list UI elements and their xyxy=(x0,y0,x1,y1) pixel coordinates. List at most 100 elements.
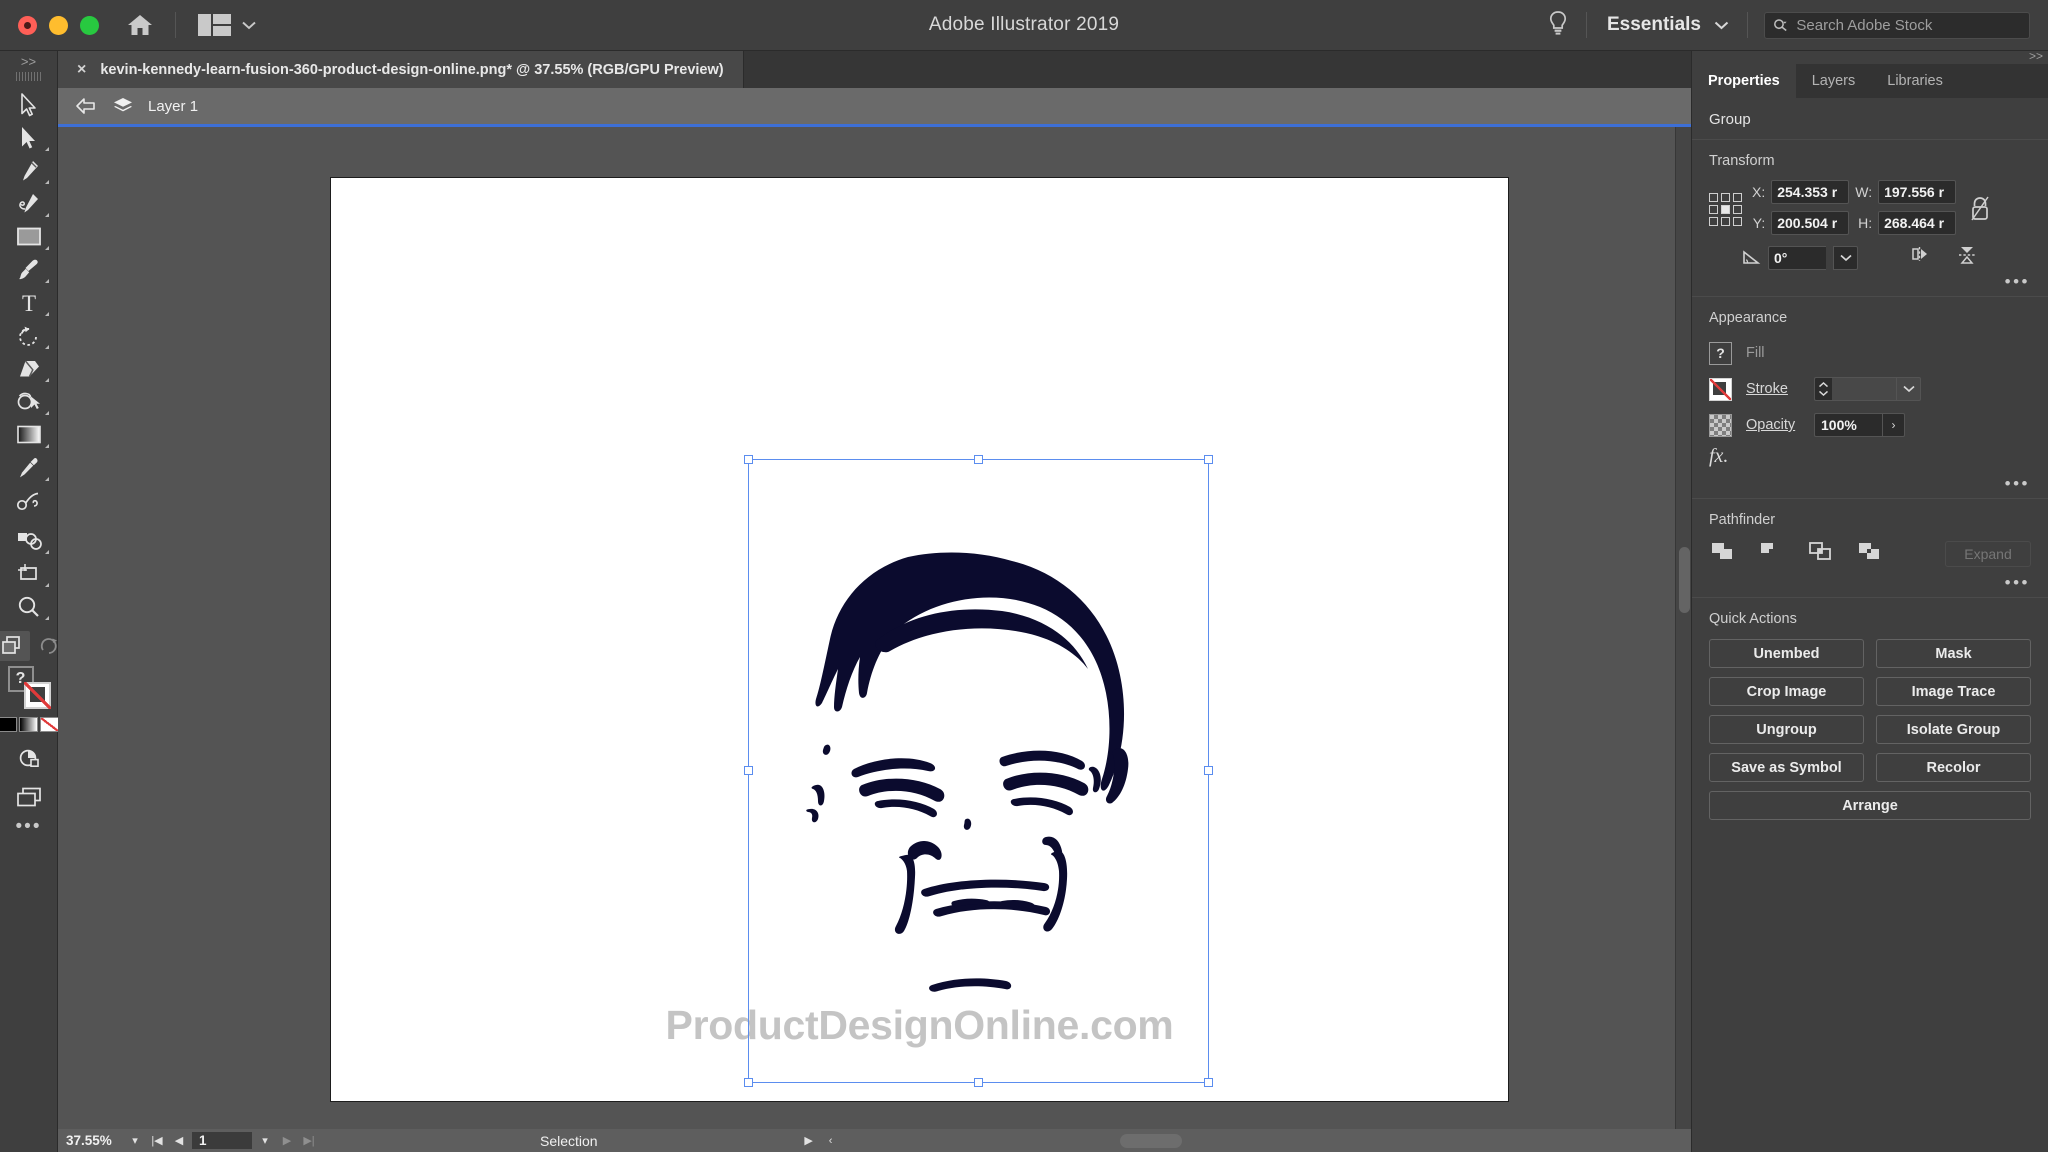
horizontal-scrollbar-thumb[interactable] xyxy=(1120,1134,1182,1148)
chevron-down-icon[interactable]: ▾ xyxy=(124,1129,146,1152)
stroke-swatch-none[interactable] xyxy=(1709,378,1732,401)
opacity-expand-icon[interactable]: › xyxy=(1882,413,1905,437)
search-input[interactable] xyxy=(1796,17,2021,34)
maximize-window-button[interactable] xyxy=(80,16,99,35)
drawing-modes-button[interactable] xyxy=(6,741,52,774)
stroke-chevron-down-icon[interactable] xyxy=(1896,377,1921,401)
toolbar-collapse-button[interactable]: >> xyxy=(0,51,57,71)
transform-more-options[interactable]: ••• xyxy=(1692,270,2048,296)
w-input[interactable]: 197.556 r xyxy=(1878,180,1956,204)
workspace-switcher[interactable]: Essentials xyxy=(1591,14,1745,36)
opacity-input[interactable]: 100% xyxy=(1814,413,1882,437)
tab-properties[interactable]: Properties xyxy=(1692,64,1796,98)
stroke-label[interactable]: Stroke xyxy=(1746,381,1808,397)
artboard-tool[interactable] xyxy=(6,557,52,590)
isolate-group-button[interactable]: Isolate Group xyxy=(1876,715,2031,744)
rotate-tool[interactable] xyxy=(6,319,52,352)
type-tool[interactable]: T xyxy=(6,286,52,319)
rotation-input[interactable]: 0° xyxy=(1768,246,1826,270)
canvas-area[interactable]: ProductDesignOnline.com xyxy=(58,127,1691,1129)
toolbar-drag-handle[interactable] xyxy=(16,72,42,81)
screen-mode-button[interactable] xyxy=(6,780,52,813)
stroke-swatch-none[interactable] xyxy=(24,682,51,709)
control-strip: Layer 1 xyxy=(58,88,1691,124)
rotation-chevron-down-icon[interactable] xyxy=(1833,246,1858,270)
exclude-icon[interactable] xyxy=(1856,540,1882,567)
home-icon[interactable] xyxy=(127,13,153,37)
zoom-control[interactable]: 37.55% ▾ xyxy=(58,1129,146,1152)
unembed-button[interactable]: Unembed xyxy=(1709,639,1864,668)
gradient-button[interactable] xyxy=(19,717,38,732)
stroke-row: Stroke xyxy=(1692,371,2048,407)
curvature-tool[interactable] xyxy=(6,187,52,220)
opacity-label[interactable]: Opacity xyxy=(1746,417,1808,433)
shaper-tool[interactable] xyxy=(6,385,52,418)
minimize-window-button[interactable] xyxy=(49,16,68,35)
fill-swatch[interactable]: ? xyxy=(1709,342,1732,365)
symbol-sprayer-tool[interactable] xyxy=(6,524,52,557)
page-chevron-down-icon[interactable]: ▾ xyxy=(254,1129,276,1152)
stencil-portrait-artwork[interactable] xyxy=(758,517,1198,1037)
recolor-button[interactable]: Recolor xyxy=(1876,753,2031,782)
previous-page-icon[interactable]: ◀ xyxy=(168,1129,190,1152)
unite-icon[interactable] xyxy=(1709,540,1735,567)
h-input[interactable]: 268.464 r xyxy=(1878,211,1956,235)
direct-selection-tool[interactable] xyxy=(6,121,52,154)
close-icon[interactable]: × xyxy=(77,62,86,78)
next-page-icon[interactable]: ▶ xyxy=(276,1129,298,1152)
image-trace-button[interactable]: Image Trace xyxy=(1876,677,2031,706)
last-page-icon[interactable]: ▶| xyxy=(298,1129,320,1152)
zoom-tool[interactable] xyxy=(6,590,52,623)
x-input[interactable]: 254.353 r xyxy=(1771,180,1849,204)
page-number-field[interactable]: 1 xyxy=(192,1132,252,1149)
lightbulb-icon[interactable] xyxy=(1548,10,1568,41)
appearance-more-options[interactable]: ••• xyxy=(1692,472,2048,498)
stroke-width-stepper[interactable] xyxy=(1814,377,1832,401)
adobe-stock-search[interactable] xyxy=(1764,12,2030,39)
vertical-scrollbar-thumb[interactable] xyxy=(1679,547,1690,613)
opacity-swatch[interactable] xyxy=(1709,414,1732,437)
panel-collapse-button[interactable]: >> xyxy=(2029,49,2043,63)
arrange-documents-icon[interactable] xyxy=(198,14,256,36)
fx-button[interactable]: fx. xyxy=(1692,443,2048,472)
expand-button[interactable]: Expand xyxy=(1945,541,2031,567)
ungroup-button[interactable]: Ungroup xyxy=(1709,715,1864,744)
intersect-icon[interactable] xyxy=(1807,540,1833,567)
eraser-tool[interactable] xyxy=(6,352,52,385)
color-button[interactable] xyxy=(0,717,17,732)
crop-image-button[interactable]: Crop Image xyxy=(1709,677,1864,706)
save-as-symbol-button[interactable]: Save as Symbol xyxy=(1709,753,1864,782)
tools-panel: >> T xyxy=(0,51,58,1152)
pathfinder-more-options[interactable]: ••• xyxy=(1692,571,2048,597)
flip-vertical-icon[interactable] xyxy=(1956,245,1978,270)
zoom-level-value[interactable]: 37.55% xyxy=(58,1133,124,1148)
edit-toolbar-button[interactable]: ••• xyxy=(16,822,42,832)
properties-panel: >> Properties Layers Libraries Group Tra… xyxy=(1691,51,2048,1152)
tab-libraries[interactable]: Libraries xyxy=(1871,64,1959,98)
flip-horizontal-icon[interactable] xyxy=(1911,245,1933,270)
shape-builder-tool[interactable] xyxy=(0,631,30,661)
first-page-icon[interactable]: |◀ xyxy=(146,1129,168,1152)
eyedropper-tool[interactable] xyxy=(6,451,52,484)
selection-tool[interactable] xyxy=(6,88,52,121)
gradient-tool[interactable] xyxy=(6,418,52,451)
close-window-button[interactable] xyxy=(18,16,37,35)
blend-tool[interactable] xyxy=(6,484,52,517)
tab-layers[interactable]: Layers xyxy=(1796,64,1872,98)
y-input[interactable]: 200.504 r xyxy=(1771,211,1849,235)
rectangle-tool[interactable] xyxy=(6,220,52,253)
unlink-proportions-icon[interactable] xyxy=(1970,194,1990,229)
reference-point-grid[interactable] xyxy=(1709,193,1743,227)
minus-front-icon[interactable] xyxy=(1758,540,1784,567)
mask-button[interactable]: Mask xyxy=(1876,639,2031,668)
stroke-width-input[interactable] xyxy=(1832,377,1896,401)
fill-stroke-swatches[interactable]: ? xyxy=(6,666,52,710)
document-tab[interactable]: × kevin-kennedy-learn-fusion-360-product… xyxy=(58,51,744,88)
none-button[interactable] xyxy=(40,717,59,732)
back-arrow-icon[interactable] xyxy=(74,96,98,116)
pen-tool[interactable] xyxy=(6,154,52,187)
paintbrush-tool[interactable] xyxy=(6,253,52,286)
arrange-button[interactable]: Arrange xyxy=(1709,791,2031,820)
horizontal-scrollbar[interactable] xyxy=(488,1129,1691,1152)
vertical-scrollbar[interactable] xyxy=(1675,127,1691,1129)
